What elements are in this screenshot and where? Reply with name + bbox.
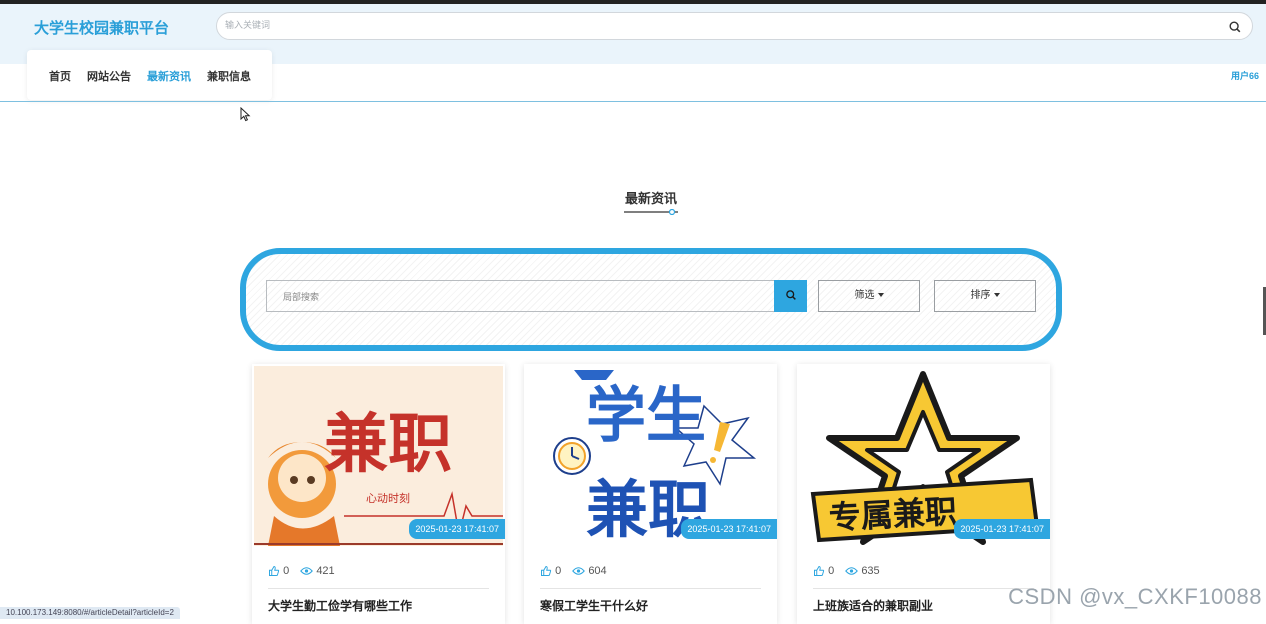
local-search-field[interactable] (266, 280, 776, 312)
view-count: 421 (316, 565, 335, 578)
view-count: 635 (861, 565, 880, 578)
news-card[interactable]: 学生 兼职 2025-01-23 17:41:07 0 604 寒假工学生干什么… (524, 364, 777, 624)
card-divider (813, 588, 1034, 589)
card-divider (268, 588, 489, 589)
publish-date-badge: 2025-01-23 17:41:07 (409, 519, 505, 539)
image-title-text: 专属兼职 (828, 493, 958, 536)
section-title: 最新资讯 (624, 191, 677, 206)
eye-icon (572, 567, 586, 575)
global-search-box[interactable] (216, 12, 1253, 40)
user-menu-link[interactable]: 用户66 (1231, 69, 1259, 82)
news-card-title[interactable]: 寒假工学生干什么好 (540, 597, 648, 614)
filter-dropdown-button[interactable]: 筛选 (818, 280, 920, 312)
title-underline-decoration (624, 209, 678, 215)
site-logo-text[interactable]: 大学生校园兼职平台 (34, 17, 169, 38)
header-divider (0, 101, 1266, 102)
caret-down-icon (993, 293, 1000, 298)
sort-dropdown-button[interactable]: 排序 (934, 280, 1036, 312)
view-count: 604 (588, 565, 607, 578)
search-icon[interactable] (1228, 20, 1242, 34)
nav-item-announcements[interactable]: 网站公告 (87, 68, 131, 84)
card-divider (540, 588, 761, 589)
sort-label: 排序 (970, 290, 991, 301)
main-nav: 首页 网站公告 最新资讯 兼职信息 (27, 50, 272, 100)
like-count: 0 (828, 565, 835, 578)
nav-item-home[interactable]: 首页 (49, 68, 71, 84)
thumbs-up-icon[interactable] (540, 565, 552, 577)
browser-status-url: 10.100.173.149:8080/#/articleDetail?arti… (0, 607, 180, 619)
like-count: 0 (555, 565, 562, 578)
search-icon (785, 289, 796, 300)
news-card-title[interactable]: 上班族适合的兼职副业 (813, 597, 933, 614)
global-search-input[interactable] (223, 19, 1187, 31)
eye-icon (845, 567, 859, 575)
news-card-title[interactable]: 大学生勤工俭学有哪些工作 (268, 597, 412, 614)
eye-icon (300, 567, 314, 575)
card-stats: 0 421 (268, 565, 335, 577)
thumbs-up-icon[interactable] (268, 565, 280, 577)
thumbs-up-icon[interactable] (813, 565, 825, 577)
news-card[interactable]: 兼职 心动时刻 2025-01-23 17:41:07 0 421 大学生勤工俭… (252, 364, 505, 624)
csdn-watermark: CSDN @vx_CXKF10088 (1008, 584, 1262, 609)
nav-item-news[interactable]: 最新资讯 (147, 68, 191, 84)
like-count: 0 (283, 565, 290, 578)
nav-item-jobs[interactable]: 兼职信息 (207, 68, 251, 84)
card-stats: 0 635 (813, 565, 880, 577)
image-title-text: 兼职 (324, 409, 452, 480)
mouse-cursor-icon (240, 107, 251, 122)
publish-date-badge: 2025-01-23 17:41:07 (954, 519, 1050, 539)
filter-label: 筛选 (854, 290, 875, 301)
local-search-input[interactable] (281, 291, 765, 303)
image-subtitle-text: 心动时刻 (366, 491, 410, 505)
local-search-button[interactable] (774, 280, 807, 312)
card-stats: 0 604 (540, 565, 607, 577)
image-title-text: 学生 (586, 382, 706, 449)
caret-down-icon (877, 293, 884, 298)
publish-date-badge: 2025-01-23 17:41:07 (681, 519, 777, 539)
